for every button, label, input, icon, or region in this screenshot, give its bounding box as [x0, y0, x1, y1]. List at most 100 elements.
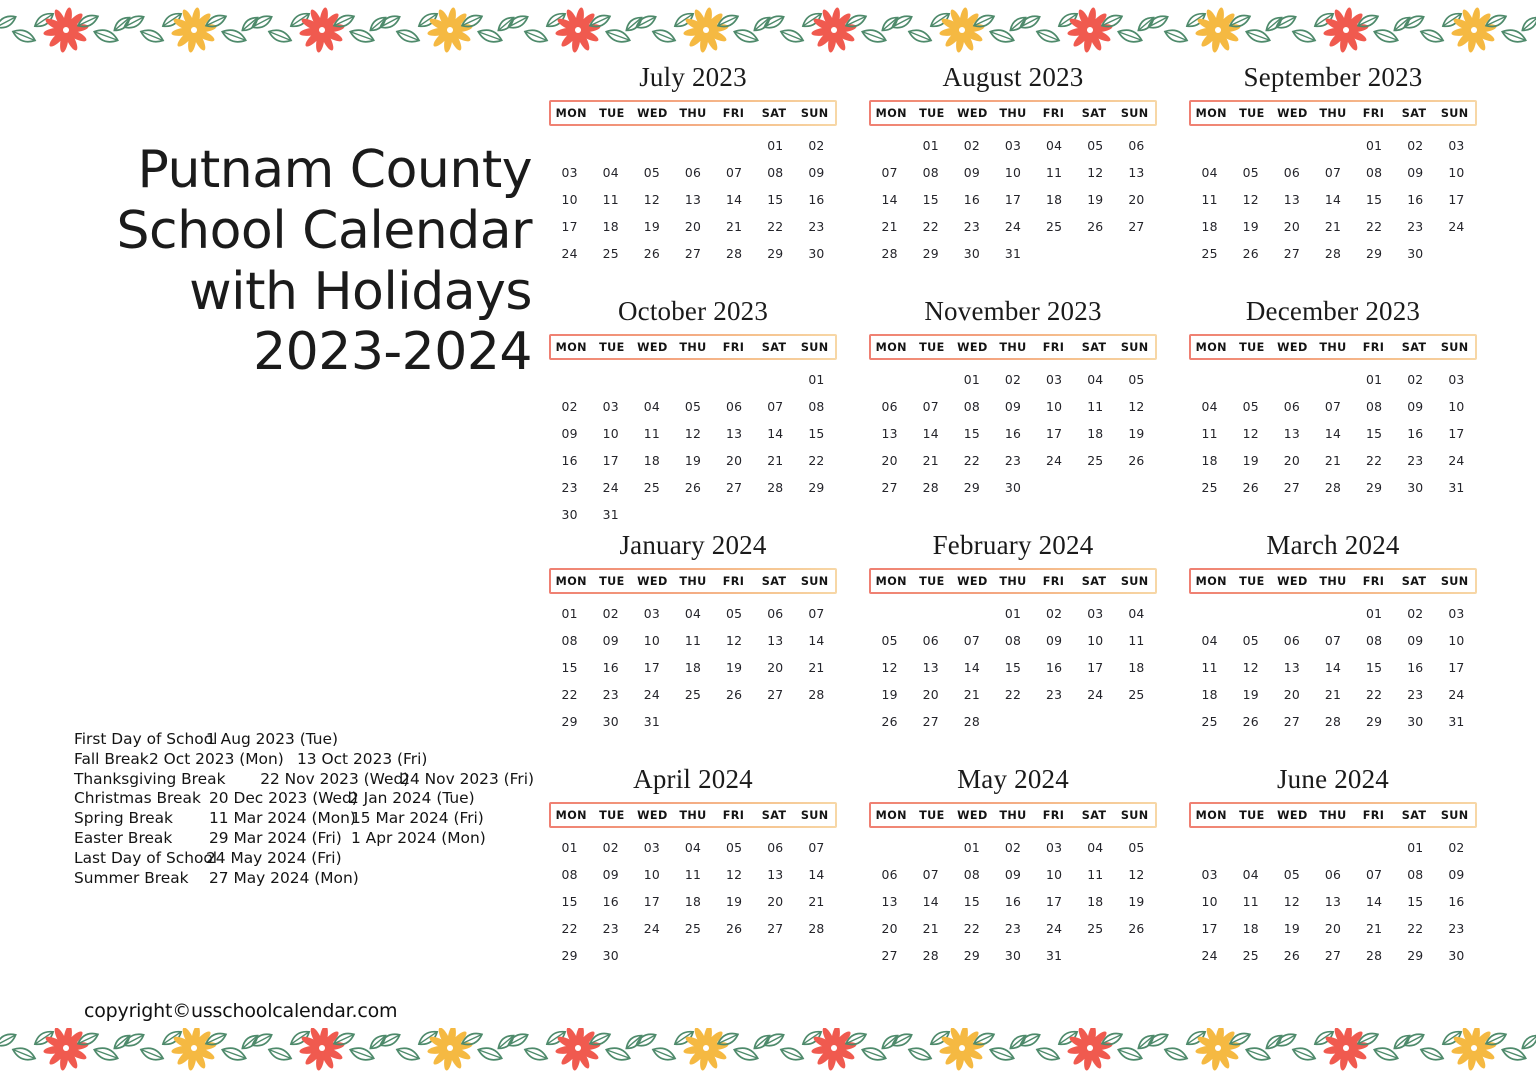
- day-cell[interactable]: 14: [1312, 654, 1353, 681]
- day-cell[interactable]: 26: [714, 915, 755, 942]
- day-cell[interactable]: 16: [992, 420, 1033, 447]
- day-cell[interactable]: 14: [910, 420, 951, 447]
- day-cell[interactable]: 24: [631, 681, 672, 708]
- day-cell[interactable]: 03: [1034, 834, 1075, 861]
- day-cell[interactable]: 27: [1271, 474, 1312, 501]
- day-cell[interactable]: 26: [1230, 240, 1271, 267]
- day-cell[interactable]: 27: [1312, 942, 1353, 969]
- day-cell[interactable]: 15: [951, 420, 992, 447]
- day-cell[interactable]: 03: [631, 600, 672, 627]
- day-cell[interactable]: 09: [992, 861, 1033, 888]
- day-cell[interactable]: 13: [1271, 420, 1312, 447]
- day-cell[interactable]: 05: [714, 834, 755, 861]
- day-cell[interactable]: 05: [1271, 861, 1312, 888]
- day-cell[interactable]: 23: [1395, 213, 1436, 240]
- day-cell[interactable]: 04: [1189, 159, 1230, 186]
- day-cell[interactable]: 26: [1116, 915, 1157, 942]
- day-cell[interactable]: 28: [1354, 942, 1395, 969]
- day-cell[interactable]: 15: [951, 888, 992, 915]
- day-cell[interactable]: 15: [1395, 888, 1436, 915]
- day-cell[interactable]: 26: [1271, 942, 1312, 969]
- day-cell[interactable]: 26: [631, 240, 672, 267]
- day-cell[interactable]: 21: [796, 654, 837, 681]
- day-cell[interactable]: 13: [1271, 186, 1312, 213]
- day-cell[interactable]: 09: [1395, 627, 1436, 654]
- day-cell[interactable]: 30: [992, 942, 1033, 969]
- day-cell[interactable]: 17: [590, 447, 631, 474]
- day-cell[interactable]: 31: [1436, 474, 1477, 501]
- day-cell[interactable]: 10: [1189, 888, 1230, 915]
- day-cell[interactable]: 24: [1436, 447, 1477, 474]
- day-cell[interactable]: 07: [1312, 393, 1353, 420]
- day-cell[interactable]: 27: [1271, 240, 1312, 267]
- day-cell[interactable]: 27: [755, 915, 796, 942]
- day-cell[interactable]: 19: [1075, 186, 1116, 213]
- day-cell[interactable]: 26: [672, 474, 713, 501]
- day-cell[interactable]: 12: [1271, 888, 1312, 915]
- day-cell[interactable]: 10: [992, 159, 1033, 186]
- day-cell[interactable]: 10: [1436, 159, 1477, 186]
- day-cell[interactable]: 30: [590, 942, 631, 969]
- day-cell[interactable]: 31: [1436, 708, 1477, 735]
- day-cell[interactable]: 08: [951, 393, 992, 420]
- day-cell[interactable]: 05: [1116, 366, 1157, 393]
- day-cell[interactable]: 19: [1230, 447, 1271, 474]
- day-cell[interactable]: 10: [631, 627, 672, 654]
- day-cell[interactable]: 13: [755, 627, 796, 654]
- day-cell[interactable]: 05: [1116, 834, 1157, 861]
- day-cell[interactable]: 20: [910, 681, 951, 708]
- day-cell[interactable]: 14: [951, 654, 992, 681]
- day-cell[interactable]: 30: [1395, 240, 1436, 267]
- day-cell[interactable]: 31: [992, 240, 1033, 267]
- day-cell[interactable]: 09: [992, 393, 1033, 420]
- day-cell[interactable]: 15: [796, 420, 837, 447]
- day-cell[interactable]: 05: [714, 600, 755, 627]
- day-cell[interactable]: 10: [549, 186, 590, 213]
- day-cell[interactable]: 21: [951, 681, 992, 708]
- day-cell[interactable]: 16: [590, 888, 631, 915]
- day-cell[interactable]: 19: [714, 888, 755, 915]
- day-cell[interactable]: 20: [714, 447, 755, 474]
- day-cell[interactable]: 22: [951, 447, 992, 474]
- day-cell[interactable]: 23: [549, 474, 590, 501]
- day-cell[interactable]: 09: [590, 627, 631, 654]
- day-cell[interactable]: 20: [869, 447, 910, 474]
- day-cell[interactable]: 23: [590, 915, 631, 942]
- day-cell[interactable]: 06: [869, 861, 910, 888]
- day-cell[interactable]: 18: [590, 213, 631, 240]
- day-cell[interactable]: 19: [1271, 915, 1312, 942]
- day-cell[interactable]: 25: [1189, 708, 1230, 735]
- day-cell[interactable]: 30: [1395, 474, 1436, 501]
- day-cell[interactable]: 13: [755, 861, 796, 888]
- day-cell[interactable]: 20: [672, 213, 713, 240]
- day-cell[interactable]: 13: [1116, 159, 1157, 186]
- day-cell[interactable]: 05: [1230, 393, 1271, 420]
- day-cell[interactable]: 12: [1230, 186, 1271, 213]
- day-cell[interactable]: 22: [1354, 681, 1395, 708]
- day-cell[interactable]: 18: [1230, 915, 1271, 942]
- day-cell[interactable]: 29: [755, 240, 796, 267]
- day-cell[interactable]: 15: [1354, 420, 1395, 447]
- day-cell[interactable]: 04: [1189, 627, 1230, 654]
- day-cell[interactable]: 14: [1354, 888, 1395, 915]
- day-cell[interactable]: 25: [590, 240, 631, 267]
- day-cell[interactable]: 16: [549, 447, 590, 474]
- day-cell[interactable]: 18: [1075, 888, 1116, 915]
- day-cell[interactable]: 19: [631, 213, 672, 240]
- day-cell[interactable]: 01: [951, 834, 992, 861]
- day-cell[interactable]: 12: [1230, 654, 1271, 681]
- day-cell[interactable]: 21: [910, 915, 951, 942]
- day-cell[interactable]: 16: [1395, 420, 1436, 447]
- day-cell[interactable]: 04: [1116, 600, 1157, 627]
- day-cell[interactable]: 28: [714, 240, 755, 267]
- day-cell[interactable]: 16: [951, 186, 992, 213]
- day-cell[interactable]: 20: [755, 888, 796, 915]
- day-cell[interactable]: 29: [796, 474, 837, 501]
- day-cell[interactable]: 23: [992, 915, 1033, 942]
- day-cell[interactable]: 18: [1116, 654, 1157, 681]
- day-cell[interactable]: 10: [1436, 627, 1477, 654]
- day-cell[interactable]: 03: [1189, 861, 1230, 888]
- day-cell[interactable]: 12: [714, 627, 755, 654]
- day-cell[interactable]: 02: [1034, 600, 1075, 627]
- day-cell[interactable]: 17: [549, 213, 590, 240]
